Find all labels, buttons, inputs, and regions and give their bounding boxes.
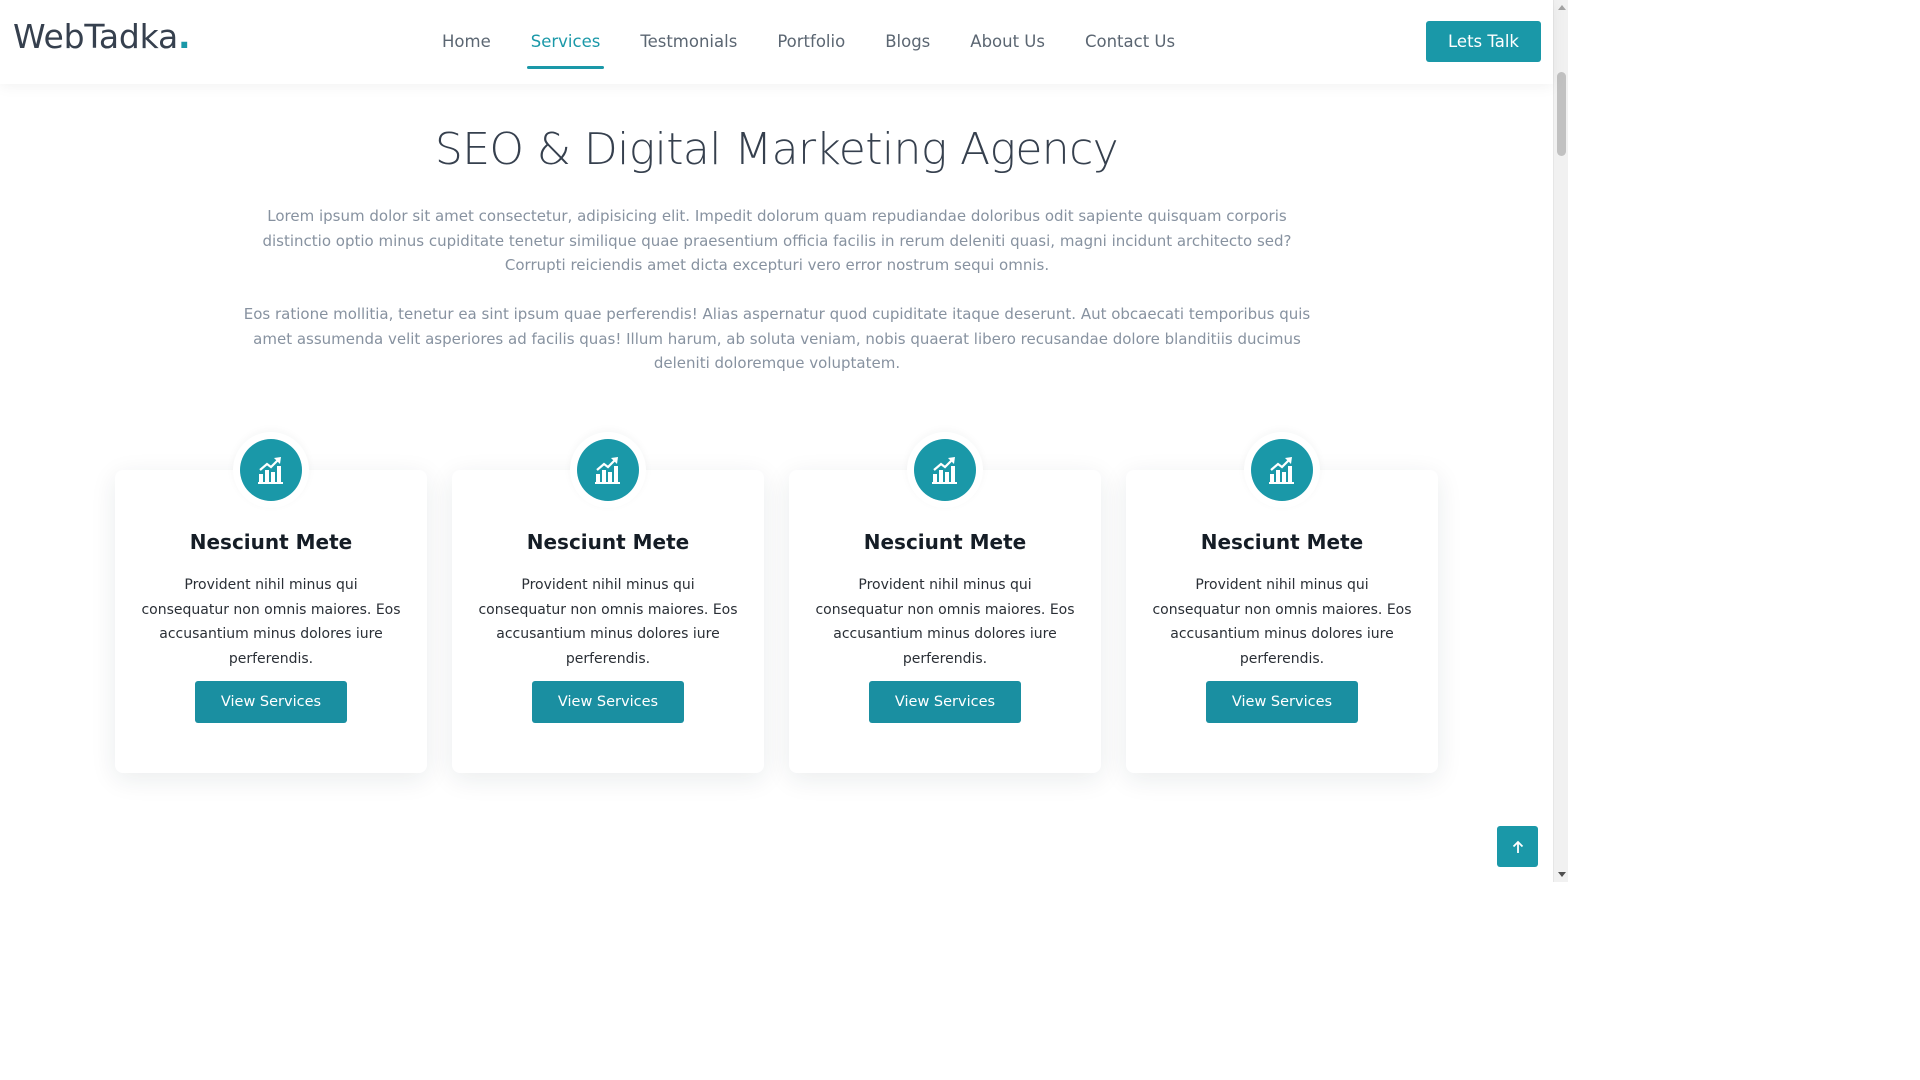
nav-item-home[interactable]: Home — [422, 0, 511, 84]
brand-name: WebTadka — [13, 17, 178, 56]
nav-item-blogs[interactable]: Blogs — [865, 0, 950, 84]
card-text: Provident nihil minus qui consequatur no… — [478, 577, 738, 667]
card-icon-badge — [233, 432, 309, 508]
service-card: Nesciunt Mete Provident nihil minus qui … — [115, 470, 427, 773]
card-icon-badge — [907, 432, 983, 508]
site-header: WebTadka. Home Services Testmonials Port… — [0, 0, 1553, 84]
chart-growth-icon — [240, 439, 302, 501]
view-services-button[interactable]: View Services — [532, 681, 684, 723]
service-card: Nesciunt Mete Provident nihil minus qui … — [1126, 470, 1438, 773]
card-title: Nesciunt Mete — [863, 530, 1027, 554]
main-nav: Home Services Testmonials Portfolio Blog… — [422, 0, 1195, 84]
intro-paragraph-1: Lorem ipsum dolor sit amet consectetur, … — [262, 207, 1292, 274]
card-text: Provident nihil minus qui consequatur no… — [1152, 577, 1412, 667]
page-title: SEO & Digital Marketing Agency — [434, 124, 1119, 175]
scroll-up-arrow-icon[interactable] — [1554, 0, 1569, 15]
nav-item-services[interactable]: Services — [511, 0, 621, 84]
card-icon-badge — [570, 432, 646, 508]
chart-growth-icon — [577, 439, 639, 501]
nav-item-testmonials[interactable]: Testmonials — [620, 0, 757, 84]
card-title: Nesciunt Mete — [1200, 530, 1364, 554]
chart-growth-icon — [914, 439, 976, 501]
service-card: Nesciunt Mete Provident nihil minus qui … — [452, 470, 764, 773]
card-icon-badge — [1244, 432, 1320, 508]
brand-logo[interactable]: WebTadka. — [13, 17, 191, 56]
scroll-to-top-button[interactable] — [1497, 826, 1538, 867]
nav-item-portfolio[interactable]: Portfolio — [757, 0, 865, 84]
brand-dot: . — [177, 17, 191, 56]
nav-item-about-us[interactable]: About Us — [950, 0, 1065, 84]
page-scrollbar[interactable] — [1553, 0, 1568, 882]
view-services-button[interactable]: View Services — [869, 681, 1021, 723]
card-title: Nesciunt Mete — [526, 530, 690, 554]
scrollbar-thumb[interactable] — [1557, 72, 1566, 156]
card-text: Provident nihil minus qui consequatur no… — [815, 577, 1075, 667]
view-services-button[interactable]: View Services — [195, 681, 347, 723]
card-text: Provident nihil minus qui consequatur no… — [141, 577, 401, 667]
arrow-up-icon — [1512, 840, 1523, 853]
view-services-button[interactable]: View Services — [1206, 681, 1358, 723]
scroll-down-arrow-icon[interactable] — [1554, 867, 1569, 882]
chart-growth-icon — [1251, 439, 1313, 501]
nav-item-contact-us[interactable]: Contact Us — [1065, 0, 1195, 84]
card-title: Nesciunt Mete — [189, 530, 353, 554]
service-card: Nesciunt Mete Provident nihil minus qui … — [789, 470, 1101, 773]
intro-paragraph-2: Eos ratione mollitia, tenetur ea sint ip… — [243, 305, 1311, 372]
lets-talk-button[interactable]: Lets Talk — [1426, 21, 1541, 62]
